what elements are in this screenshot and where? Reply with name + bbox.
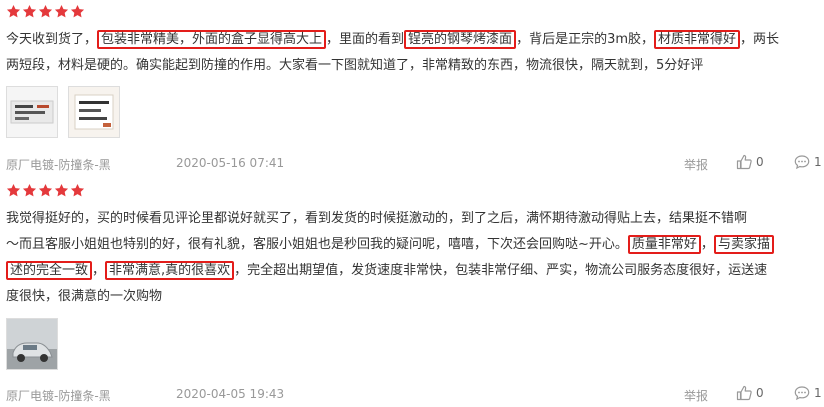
text-segment: ，	[92, 263, 106, 278]
text-segment: ～而且客服小姐姐也特别的好，很有礼貌，客服小姐姐也是秒回我的疑问呢，嘻嘻，下次还…	[6, 237, 628, 252]
highlighted-phrase: 材质非常得好	[654, 30, 741, 49]
review-line: 我觉得挺好的，买的时候看见评论里都说好就买了，看到发货的时候挺激动的，到了之后，…	[6, 211, 748, 226]
report-link[interactable]: 举报	[684, 387, 708, 404]
star-icon	[70, 4, 85, 19]
text-segment: ，里面的看到	[326, 32, 405, 47]
review-line: 述的完全一致，非常满意,真的很喜欢 ，完全超出期望值，发货速度非常快，包装非常仔细…	[6, 258, 818, 284]
text-segment: ，完全超出期望值，发货速度非常快，包装非常仔细、严实，物流公司服务态度很好，运送…	[234, 263, 768, 278]
text-segment: ，两长	[740, 32, 780, 47]
comment-icon	[794, 154, 810, 170]
star-icon	[54, 4, 69, 19]
comment-count: 1	[814, 386, 822, 400]
text-segment: ，	[700, 237, 714, 252]
comment-button[interactable]: 1	[794, 385, 822, 401]
like-count: 0	[756, 386, 764, 400]
highlighted-phrase: 与卖家描	[713, 235, 774, 254]
star-icon	[6, 4, 21, 19]
highlighted-phrase: 述的完全一致	[6, 261, 93, 280]
review-photo-thumbnail[interactable]	[6, 86, 58, 138]
star-icon	[54, 183, 69, 198]
star-icon	[22, 4, 37, 19]
review-meta: 原厂电镀-防撞条-黑 2020-04-05 19:43 举报 0 1	[6, 385, 822, 407]
star-icon	[70, 183, 85, 198]
review-images	[6, 86, 120, 138]
review-date: 2020-05-16 07:41	[176, 156, 285, 170]
comment-count: 1	[814, 155, 822, 169]
review-meta: 原厂电镀-防撞条-黑 2020-05-16 07:41 举报 0 1	[6, 154, 822, 176]
review-date: 2020-04-05 19:43	[176, 387, 285, 401]
review-line: 度很快，很满意的一次购物	[6, 289, 163, 304]
star-icon	[38, 183, 53, 198]
review-text: 我觉得挺好的，买的时候看见评论里都说好就买了，看到发货的时候挺激动的，到了之后，…	[6, 206, 818, 310]
review-line: 今天收到货了， 包装非常精美，外面的盒子显得高大上 ，里面的看到 锃亮的钢琴烤漆面 ，背…	[6, 27, 818, 53]
star-rating	[6, 4, 85, 19]
review-photo-thumbnail[interactable]	[6, 318, 58, 370]
product-variant: 原厂电镀-防撞条-黑	[6, 158, 111, 172]
like-button[interactable]: 0	[736, 154, 764, 170]
highlighted-phrase: 质量非常好	[627, 235, 701, 254]
comment-button[interactable]: 1	[794, 154, 822, 170]
report-link[interactable]: 举报	[684, 156, 708, 173]
star-icon	[22, 183, 37, 198]
product-variant: 原厂电镀-防撞条-黑	[6, 389, 111, 403]
text-segment: ，背后是正宗的3m胶，	[516, 32, 654, 47]
star-icon	[6, 183, 21, 198]
star-icon	[38, 4, 53, 19]
like-button[interactable]: 0	[736, 385, 764, 401]
review-line: 两短段，材料是硬的。确实能起到防撞的作用。大家看一下图就知道了，非常精致的东西，…	[6, 58, 704, 73]
thumbs-up-icon	[736, 385, 752, 401]
review-line: ～而且客服小姐姐也特别的好，很有礼貌，客服小姐姐也是秒回我的疑问呢，嘻嘻，下次还…	[6, 232, 818, 258]
review-text: 今天收到货了， 包装非常精美，外面的盒子显得高大上 ，里面的看到 锃亮的钢琴烤漆面 ，背…	[6, 27, 818, 79]
review-images	[6, 318, 58, 370]
star-rating	[6, 183, 85, 198]
thumbs-up-icon	[736, 154, 752, 170]
highlighted-phrase: 包装非常精美，外面的盒子显得高大上	[97, 30, 327, 49]
text-segment: 今天收到货了，	[6, 32, 98, 47]
like-count: 0	[756, 155, 764, 169]
highlighted-phrase: 非常满意,真的很喜欢	[105, 261, 235, 280]
review-photo-thumbnail[interactable]	[68, 86, 120, 138]
highlighted-phrase: 锃亮的钢琴烤漆面	[404, 30, 517, 49]
comment-icon	[794, 385, 810, 401]
